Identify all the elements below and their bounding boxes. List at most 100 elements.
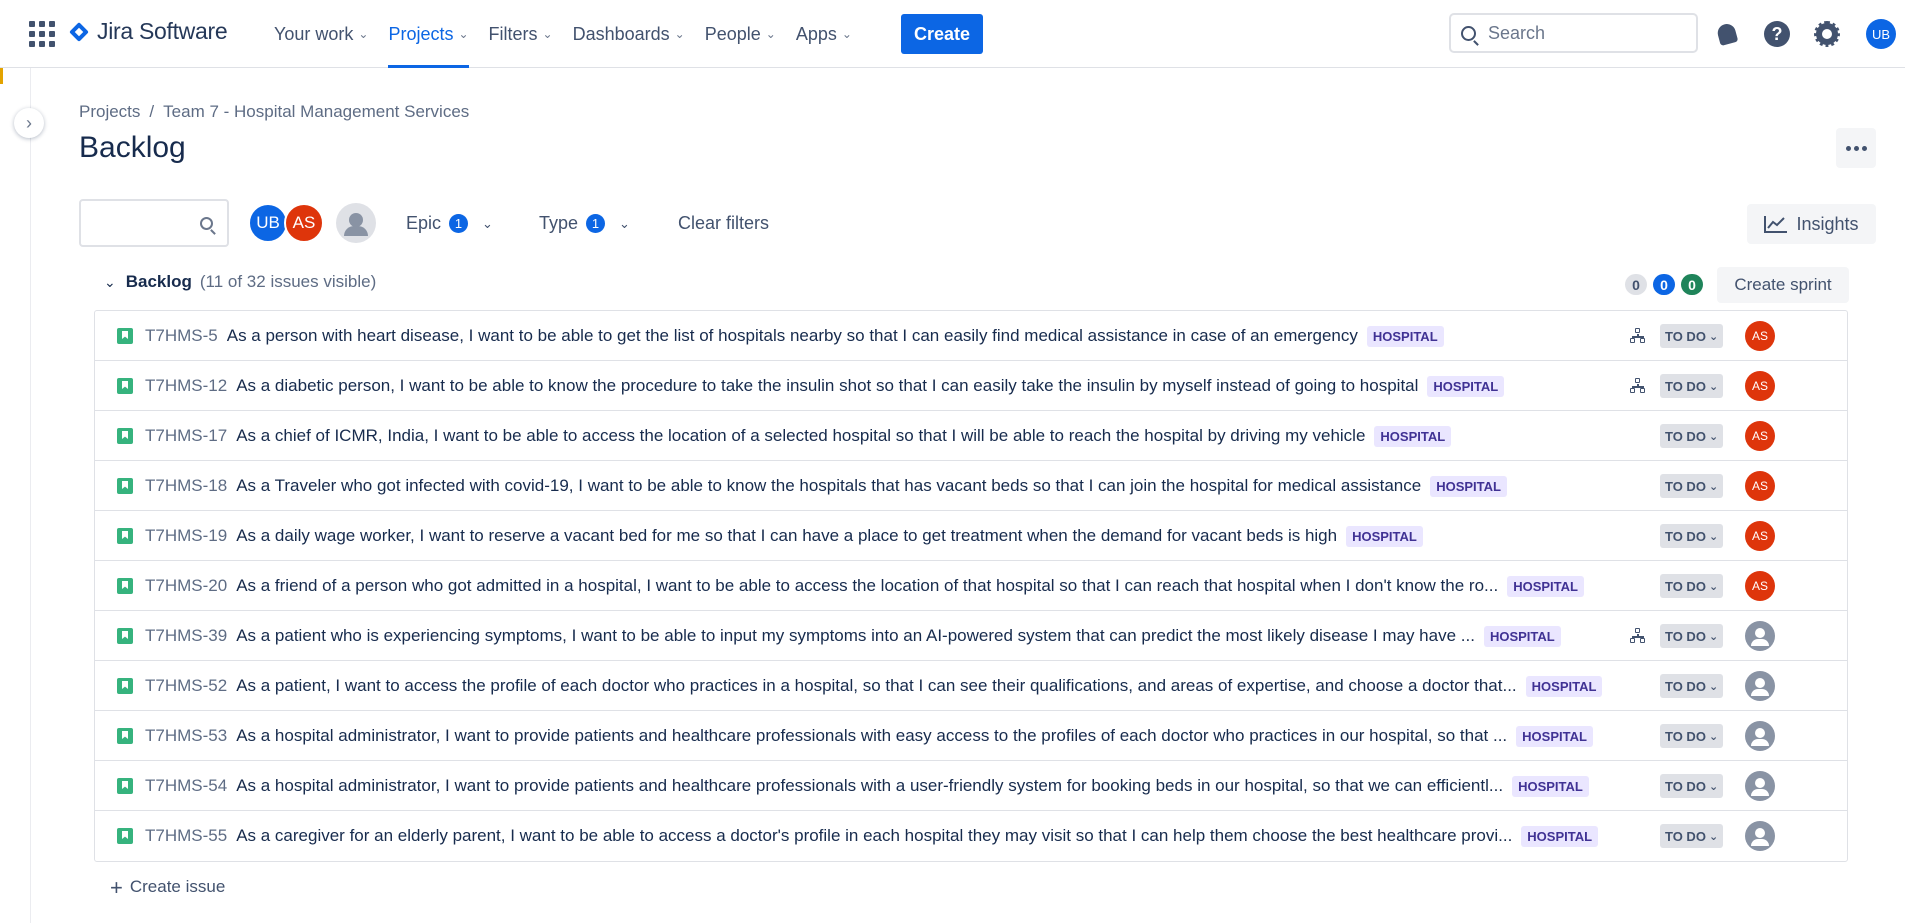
jira-logo[interactable]: Jira Software (68, 18, 228, 45)
status-dropdown[interactable]: TO DO ⌄ (1660, 824, 1724, 848)
create-sprint-button[interactable]: Create sprint (1717, 267, 1849, 303)
breadcrumb-projects[interactable]: Projects (79, 102, 140, 122)
epic-label[interactable]: HOSPITAL (1483, 625, 1561, 647)
unassigned-avatar-icon[interactable] (1745, 671, 1775, 701)
issue-summary[interactable]: As a patient who is experiencing symptom… (236, 626, 1475, 646)
epic-label[interactable]: HOSPITAL (1525, 675, 1603, 697)
issue-row[interactable]: T7HMS-54 As a hospital administrator, I w… (95, 761, 1847, 811)
backlog-search-input[interactable] (79, 199, 229, 247)
issue-summary[interactable]: As a person with heart disease, I want t… (227, 326, 1358, 346)
status-dropdown[interactable]: TO DO ⌄ (1660, 674, 1724, 698)
issue-key[interactable]: T7HMS-53 (145, 726, 227, 746)
assignee-avatar[interactable]: AS (1745, 471, 1775, 501)
settings-gear-icon[interactable] (1813, 20, 1841, 48)
epic-label[interactable]: HOSPITAL (1521, 825, 1599, 847)
issue-row[interactable]: T7HMS-20 As a friend of a person who got … (95, 561, 1847, 611)
status-dropdown[interactable]: TO DO ⌄ (1660, 524, 1724, 548)
app-switcher-icon[interactable] (29, 21, 55, 47)
status-dropdown[interactable]: TO DO ⌄ (1660, 624, 1724, 648)
user-avatar[interactable]: UB (1866, 19, 1896, 49)
epic-label[interactable]: HOSPITAL (1366, 325, 1444, 347)
issue-summary[interactable]: As a hospital administrator, I want to p… (236, 726, 1507, 746)
add-people-icon[interactable] (336, 203, 376, 243)
issue-row[interactable]: T7HMS-18 As a Traveler who got infected w… (95, 461, 1847, 511)
nav-people[interactable]: People ⌄ (695, 0, 786, 68)
global-search-input[interactable]: Search (1449, 13, 1698, 53)
nav-dashboards[interactable]: Dashboards ⌄ (563, 0, 695, 68)
status-dropdown[interactable]: TO DO ⌄ (1660, 724, 1724, 748)
epic-label[interactable]: HOSPITAL (1427, 375, 1505, 397)
epic-label[interactable]: HOSPITAL (1516, 725, 1593, 747)
issue-row[interactable]: T7HMS-17 As a chief of ICMR, India, I wan… (95, 411, 1847, 461)
story-icon (117, 478, 133, 494)
status-dropdown[interactable]: TO DO ⌄ (1660, 774, 1724, 798)
status-dropdown[interactable]: TO DO ⌄ (1660, 474, 1724, 498)
unassigned-avatar-icon[interactable] (1745, 621, 1775, 651)
issue-summary[interactable]: As a diabetic person, I want to be able … (236, 376, 1418, 396)
nav-your-work[interactable]: Your work ⌄ (264, 0, 378, 68)
filter-avatar-as[interactable]: AS (284, 203, 324, 243)
nav-apps[interactable]: Apps ⌄ (786, 0, 862, 68)
clear-filters-button[interactable]: Clear filters (678, 213, 769, 234)
issue-row[interactable]: T7HMS-52 As a patient, I want to access t… (95, 661, 1847, 711)
epic-label[interactable]: HOSPITAL (1430, 475, 1507, 497)
status-dropdown[interactable]: TO DO ⌄ (1660, 424, 1724, 448)
issue-key[interactable]: T7HMS-55 (145, 826, 227, 846)
expand-sidebar-button[interactable]: › (14, 108, 44, 138)
backlog-section-header[interactable]: ⌄ Backlog (11 of 32 issues visible) (104, 272, 376, 292)
issue-row[interactable]: T7HMS-55 As a caregiver for an elderly pa… (95, 811, 1847, 861)
issue-summary[interactable]: As a daily wage worker, I want to reserv… (236, 526, 1337, 546)
status-dropdown[interactable]: TO DO ⌄ (1660, 374, 1724, 398)
unassigned-avatar-icon[interactable] (1745, 821, 1775, 851)
epic-label[interactable]: HOSPITAL (1374, 425, 1452, 447)
notifications-bell-icon[interactable] (1713, 20, 1741, 48)
insights-button[interactable]: Insights (1747, 204, 1876, 244)
issue-key[interactable]: T7HMS-12 (145, 376, 227, 396)
filter-avatar-ub[interactable]: UB (248, 203, 288, 243)
issue-row[interactable]: T7HMS-5 As a person with heart disease, I… (95, 311, 1847, 361)
nav-filters[interactable]: Filters ⌄ (479, 0, 563, 68)
help-icon[interactable]: ? (1763, 20, 1791, 48)
breadcrumb-project[interactable]: Team 7 - Hospital Management Services (163, 102, 469, 122)
issue-key[interactable]: T7HMS-17 (145, 426, 227, 446)
issue-key[interactable]: T7HMS-19 (145, 526, 227, 546)
issue-key[interactable]: T7HMS-18 (145, 476, 227, 496)
epic-label[interactable]: HOSPITAL (1512, 775, 1589, 797)
issue-row[interactable]: T7HMS-12 As a diabetic person, I want to … (95, 361, 1847, 411)
assignee-avatar[interactable]: AS (1745, 571, 1775, 601)
assignee-avatar[interactable]: AS (1745, 521, 1775, 551)
issue-summary[interactable]: As a patient, I want to access the profi… (236, 676, 1516, 696)
issue-key[interactable]: T7HMS-54 (145, 776, 227, 796)
issue-summary[interactable]: As a friend of a person who got admitted… (236, 576, 1498, 596)
assignee-avatar[interactable]: AS (1745, 371, 1775, 401)
child-issues-icon[interactable] (1630, 628, 1646, 644)
epic-filter-dropdown[interactable]: Epic 1 ⌄ (406, 213, 493, 234)
issue-summary[interactable]: As a Traveler who got infected with covi… (236, 476, 1421, 496)
issue-summary[interactable]: As a hospital administrator, I want to p… (236, 776, 1503, 796)
unassigned-avatar-icon[interactable] (1745, 771, 1775, 801)
epic-label[interactable]: HOSPITAL (1346, 525, 1423, 547)
issue-row[interactable]: T7HMS-39 As a patient who is experiencing… (95, 611, 1847, 661)
more-actions-button[interactable] (1836, 128, 1876, 168)
top-navigation-bar: Jira Software Your work ⌄ Projects ⌄ Filte… (0, 0, 1905, 68)
status-dropdown[interactable]: TO DO ⌄ (1660, 574, 1724, 598)
unassigned-avatar-icon[interactable] (1745, 721, 1775, 751)
issue-key[interactable]: T7HMS-5 (145, 326, 218, 346)
child-issues-icon[interactable] (1630, 378, 1646, 394)
issue-row[interactable]: T7HMS-53 As a hospital administrator, I w… (95, 711, 1847, 761)
child-issues-icon[interactable] (1630, 328, 1646, 344)
type-filter-dropdown[interactable]: Type 1 ⌄ (539, 213, 630, 234)
epic-label[interactable]: HOSPITAL (1507, 575, 1584, 597)
status-dropdown[interactable]: TO DO ⌄ (1660, 324, 1724, 348)
create-button[interactable]: Create (901, 14, 983, 54)
assignee-avatar[interactable]: AS (1745, 421, 1775, 451)
issue-key[interactable]: T7HMS-52 (145, 676, 227, 696)
assignee-avatar[interactable]: AS (1745, 321, 1775, 351)
issue-key[interactable]: T7HMS-20 (145, 576, 227, 596)
nav-projects[interactable]: Projects ⌄ (378, 0, 478, 68)
issue-row[interactable]: T7HMS-19 As a daily wage worker, I want t… (95, 511, 1847, 561)
issue-summary[interactable]: As a chief of ICMR, India, I want to be … (236, 426, 1365, 446)
create-issue-button[interactable]: + Create issue (110, 876, 225, 898)
issue-key[interactable]: T7HMS-39 (145, 626, 227, 646)
issue-summary[interactable]: As a caregiver for an elderly parent, I … (236, 826, 1512, 846)
